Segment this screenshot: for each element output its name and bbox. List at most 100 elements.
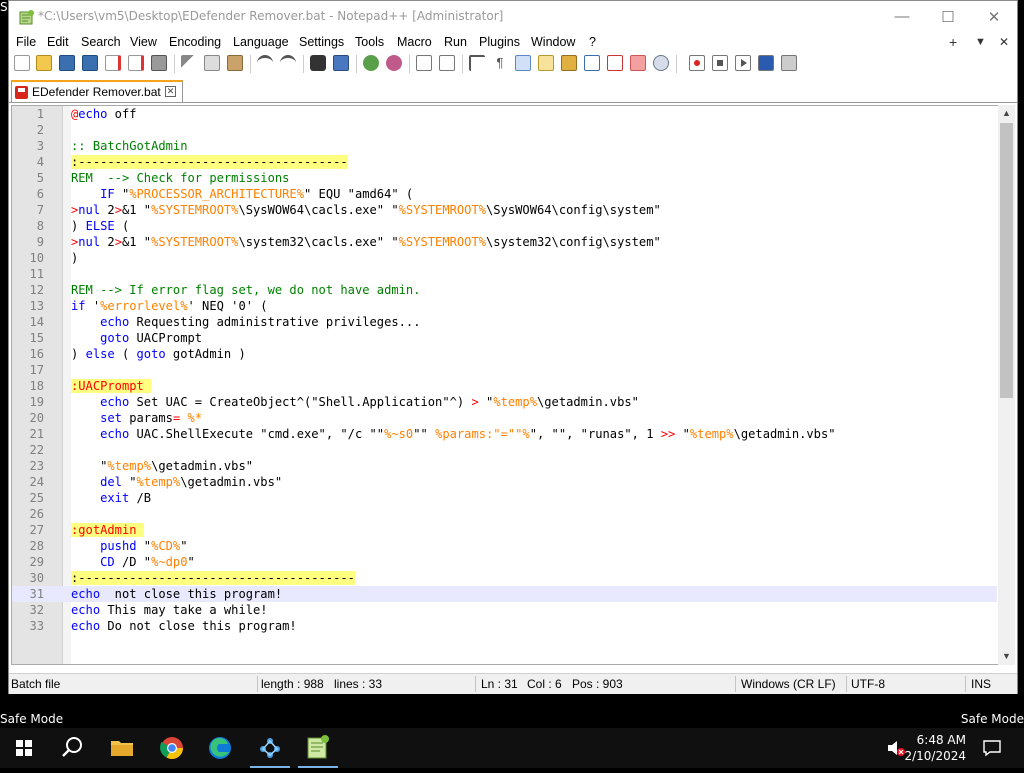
speaker-muted-icon[interactable] xyxy=(886,738,906,763)
copy-icon[interactable] xyxy=(204,55,220,71)
save-icon[interactable] xyxy=(59,55,75,71)
folder-as-workspace-icon[interactable] xyxy=(607,55,623,71)
file-explorer-icon[interactable] xyxy=(98,728,146,768)
run-macro-multiple-icon[interactable] xyxy=(758,55,774,71)
open-file-icon[interactable] xyxy=(36,55,52,71)
menu-view[interactable]: View xyxy=(130,35,157,49)
network-app-icon[interactable] xyxy=(246,728,294,768)
notepad-plus-plus-app-icon xyxy=(19,10,34,25)
minimize-button[interactable]: — xyxy=(879,1,925,32)
document-map-icon[interactable] xyxy=(561,55,577,71)
new-tab-plus-icon[interactable]: + xyxy=(949,34,957,50)
code-line: 28 pushd "%CD%" xyxy=(29,539,188,553)
scrollbar-thumb[interactable] xyxy=(1000,123,1013,398)
edge-icon[interactable] xyxy=(196,728,244,768)
status-separator xyxy=(735,676,736,692)
status-column: Col : 6 xyxy=(527,677,562,691)
status-encoding[interactable]: UTF-8 xyxy=(851,677,885,691)
system-clock[interactable]: 6:48 AM 2/10/2024 xyxy=(904,732,966,764)
menu-file[interactable]: File xyxy=(16,35,36,49)
code-line: 19 echo Set UAC = CreateObject^("Shell.A… xyxy=(29,395,639,409)
toolbar-separator xyxy=(409,55,410,73)
tab-bar: EDefender Remover.bat ✕ xyxy=(9,80,1017,103)
print-icon[interactable] xyxy=(151,55,167,71)
status-eol-format[interactable]: Windows (CR LF) xyxy=(741,677,836,691)
word-wrap-icon[interactable] xyxy=(469,55,485,71)
status-language: Batch file xyxy=(11,677,61,691)
menu-encoding[interactable]: Encoding xyxy=(169,35,221,49)
scroll-up-arrow-icon[interactable]: ▲ xyxy=(998,105,1015,122)
user-defined-language-icon[interactable] xyxy=(538,55,554,71)
monitoring-eye-icon[interactable] xyxy=(653,55,669,71)
save-macro-icon[interactable] xyxy=(781,55,797,71)
menu-macro[interactable]: Macro xyxy=(397,35,432,49)
cut-icon[interactable] xyxy=(181,55,197,71)
title-bar[interactable]: *C:\Users\vm5\Desktop\EDefender Remover.… xyxy=(9,1,1017,32)
maximize-button[interactable]: ☐ xyxy=(925,1,971,32)
project-panel-icon[interactable] xyxy=(630,55,646,71)
tab-label: EDefender Remover.bat xyxy=(32,85,161,99)
find-icon[interactable] xyxy=(310,55,326,71)
tab-list-dropdown-icon[interactable]: ▼ xyxy=(975,36,986,48)
safe-mode-label-right: Safe Mode xyxy=(960,712,1024,726)
code-line: 16) else ( goto gotAdmin ) xyxy=(29,347,246,361)
close-tab-x-icon[interactable]: ✕ xyxy=(999,35,1009,49)
stop-macro-icon[interactable] xyxy=(712,55,728,71)
code-line: 20 set params= %* xyxy=(29,411,203,425)
close-window-button[interactable]: ✕ xyxy=(971,1,1017,32)
tab-edefender-remover[interactable]: EDefender Remover.bat ✕ xyxy=(11,80,183,102)
sync-vertical-scroll-icon[interactable] xyxy=(416,55,432,71)
unsaved-file-icon xyxy=(15,86,28,99)
code-line: 9 >nul 2>&1 "%SYSTEMROOT%\system32\cacls.… xyxy=(36,235,661,249)
clock-time: 6:48 AM xyxy=(916,733,966,747)
menu-help[interactable]: ? xyxy=(589,35,596,49)
replace-icon[interactable] xyxy=(333,55,349,71)
function-list-icon[interactable] xyxy=(584,55,600,71)
zoom-in-icon[interactable] xyxy=(363,55,379,71)
chrome-icon[interactable] xyxy=(148,728,196,768)
menu-settings[interactable]: Settings xyxy=(299,35,344,49)
menu-run[interactable]: Run xyxy=(444,35,467,49)
menu-bar: File Edit Search View Encoding Language … xyxy=(9,32,1017,52)
tab-close-icon[interactable]: ✕ xyxy=(165,86,176,97)
record-macro-icon[interactable] xyxy=(689,55,705,71)
play-macro-icon[interactable] xyxy=(735,55,751,71)
windows-start-icon[interactable] xyxy=(0,728,48,768)
paste-icon[interactable] xyxy=(227,55,243,71)
menu-tools[interactable]: Tools xyxy=(355,35,384,49)
code-line: 3:: BatchGotAdmin xyxy=(36,139,188,153)
code-editor[interactable]: 1 @echo off 2 3:: BatchGotAdmin 4:-------… xyxy=(11,105,1015,665)
toolbar-separator xyxy=(356,55,357,73)
code-line: 12 REM --> If error flag set, we do not h… xyxy=(29,283,421,297)
code-line: 32 echo This may take a while! xyxy=(29,603,268,617)
clock-date: 2/10/2024 xyxy=(904,749,966,763)
new-file-icon[interactable] xyxy=(14,55,30,71)
menu-plugins[interactable]: Plugins xyxy=(479,35,520,49)
search-icon[interactable] xyxy=(48,728,96,768)
code-line: 25 exit /B xyxy=(29,491,152,505)
notepad-plus-plus-window: *C:\Users\vm5\Desktop\EDefender Remover.… xyxy=(8,0,1018,694)
sync-horizontal-scroll-icon[interactable] xyxy=(439,55,455,71)
indent-guide-icon[interactable] xyxy=(515,55,531,71)
redo-icon[interactable] xyxy=(280,55,296,71)
menu-search[interactable]: Search xyxy=(81,35,121,49)
notification-center-icon[interactable] xyxy=(982,738,1002,763)
menu-language[interactable]: Language xyxy=(233,35,289,49)
scroll-down-arrow-icon[interactable]: ▼ xyxy=(998,648,1015,665)
close-file-icon[interactable] xyxy=(105,55,121,71)
toolbar-separator xyxy=(174,55,175,73)
menu-window[interactable]: Window xyxy=(531,35,575,49)
code-line: 1 @echo off xyxy=(36,107,137,121)
show-all-characters-icon[interactable]: ¶ xyxy=(492,55,508,71)
status-separator xyxy=(475,676,476,692)
menu-edit[interactable]: Edit xyxy=(47,35,69,49)
save-all-icon[interactable] xyxy=(82,55,98,71)
vertical-scrollbar[interactable]: ▲ ▼ xyxy=(998,105,1015,665)
code-line: 5 REM --> Check for permissions xyxy=(36,171,290,185)
notepad-plus-plus-icon[interactable] xyxy=(294,728,342,768)
zoom-out-icon[interactable] xyxy=(386,55,402,71)
code-line: 10) xyxy=(29,251,79,265)
close-all-icon[interactable] xyxy=(128,55,144,71)
status-insert-mode[interactable]: INS xyxy=(971,677,991,691)
undo-icon[interactable] xyxy=(257,55,273,71)
